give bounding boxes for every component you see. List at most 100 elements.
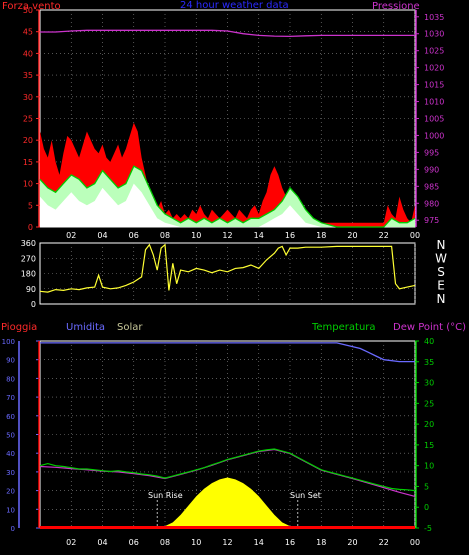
wind-speed-tick-label-25: 25 <box>23 115 33 124</box>
direction-tick-label-0: 0 <box>31 300 36 309</box>
humidity-tick-label-40: 40 <box>6 450 15 458</box>
wind-x-tick-label-00: 00 <box>410 231 420 240</box>
humidity-tick-label-100: 100 <box>2 338 15 346</box>
wind-x-tick-label-22: 22 <box>379 231 389 240</box>
humidity-tick-label-90: 90 <box>6 357 15 365</box>
pressure-tick-label-1015: 1015 <box>424 81 444 90</box>
pressure-tick-label-1000: 1000 <box>424 131 444 140</box>
pressure-tick-label-1030: 1030 <box>424 30 444 39</box>
pressure-tick-label-1005: 1005 <box>424 115 444 124</box>
temperature-tick-label-10: 10 <box>424 462 434 471</box>
climate-x-tick-label-10: 10 <box>191 538 201 547</box>
wind-speed-tick-label-20: 20 <box>23 136 33 145</box>
compass-letter-N-4: N <box>437 292 446 306</box>
humidity-axis-ticks: 0 10 20 30 40 50 60 70 80 90 100 <box>2 338 40 533</box>
temperature-tick-label-25: 25 <box>424 399 434 408</box>
temperature-tick-label-20: 20 <box>424 420 434 429</box>
wind-speed-tick-label-40: 40 <box>23 49 33 58</box>
wind-speed-tick-label-5: 5 <box>28 201 33 210</box>
temperature-tick-label-15: 15 <box>424 441 434 450</box>
wind-speed-tick-label-45: 45 <box>23 28 33 37</box>
climate-x-tick-label-12: 12 <box>222 538 232 547</box>
compass-letter-W-1: W <box>435 252 447 266</box>
direction-tick-label-270: 270 <box>21 254 36 263</box>
humidity-tick-label-70: 70 <box>6 394 15 402</box>
wind-pressure-panel: 05101520253035404550 9759809859909951000… <box>2 0 444 240</box>
pressure-tick-label-1020: 1020 <box>424 64 444 73</box>
climate-x-tick-label-00: 00 <box>410 538 420 547</box>
climate-x-tick-label-18: 18 <box>316 538 326 547</box>
compass-letter-S-2: S <box>437 265 445 279</box>
pressure-tick-label-975: 975 <box>424 216 439 225</box>
humidity-tick-label-20: 20 <box>6 488 15 496</box>
direction-tick-label-180: 180 <box>21 270 36 279</box>
pressure-axis-ticks: 975 980 985 990 995 1000 1005 1010 1015 1020 1025 1… <box>415 10 444 227</box>
pressure-tick-label-1010: 1010 <box>424 98 444 107</box>
climate-x-tick-label-20: 20 <box>347 538 357 547</box>
wind-direction-axis-ticks: 0 90 180 270 360 <box>21 239 36 309</box>
humidity-temperature-x-ticks: 02 04 06 08 10 12 14 16 18 20 22 00 <box>66 538 420 547</box>
temperature-tick-label-5: 5 <box>424 482 429 491</box>
humidity-tick-label-10: 10 <box>6 506 15 514</box>
climate-x-tick-label-06: 06 <box>129 538 139 547</box>
compass-letter-E-3: E <box>437 279 445 293</box>
humidity-tick-label-60: 60 <box>6 413 15 421</box>
wind-direction-panel: 090180270360 NWSEN <box>21 238 447 309</box>
humidity-tick-label-30: 30 <box>6 469 15 477</box>
wind-x-tick-label-12: 12 <box>222 231 232 240</box>
wind-x-tick-label-02: 02 <box>66 231 76 240</box>
humidity-tick-label-50: 50 <box>6 432 15 440</box>
rain-baseline-bar <box>40 526 415 529</box>
wind-x-tick-label-16: 16 <box>285 231 295 240</box>
wind-pressure-x-ticks: 02 04 06 08 10 12 14 16 18 20 22 00 <box>66 231 420 240</box>
climate-x-tick-label-22: 22 <box>379 538 389 547</box>
temperature-tick-label-0: 0 <box>424 503 429 512</box>
wind-x-tick-label-14: 14 <box>254 231 264 240</box>
wind-x-tick-label-06: 06 <box>129 231 139 240</box>
pioggia-label: Pioggia <box>1 322 37 333</box>
climate-x-tick-label-04: 04 <box>97 538 107 547</box>
temperature-tick-label--5: -5 <box>424 524 432 533</box>
temperature-tick-label-35: 35 <box>424 358 434 367</box>
climate-x-tick-label-08: 08 <box>160 538 170 547</box>
climate-x-tick-label-02: 02 <box>66 538 76 547</box>
temperatura-label: Temperatura <box>311 322 376 333</box>
compass-letter-N-0: N <box>437 238 446 252</box>
wind-x-tick-label-08: 08 <box>160 231 170 240</box>
temperature-axis-ticks: -5 0 5 10 15 20 25 30 35 40 <box>415 337 434 533</box>
compass-letters: NWSEN <box>435 238 447 306</box>
temperature-tick-label-40: 40 <box>424 337 434 346</box>
wind-x-tick-label-10: 10 <box>191 231 201 240</box>
pressure-tick-label-995: 995 <box>424 148 439 157</box>
chart-title: 24 hour weather data <box>180 0 289 11</box>
sun-set-label: Sun Set <box>290 491 321 500</box>
wind-speed-tick-label-30: 30 <box>23 93 33 102</box>
pressure-tick-label-1035: 1035 <box>424 13 444 22</box>
wind-x-tick-label-18: 18 <box>316 231 326 240</box>
temperature-tick-label-30: 30 <box>424 379 434 388</box>
sun-rise-label: Sun Rise <box>148 491 183 500</box>
direction-tick-label-360: 360 <box>21 239 36 248</box>
pressure-tick-label-990: 990 <box>424 165 439 174</box>
humidity-tick-label-0: 0 <box>11 525 15 533</box>
solar-label: Solar <box>117 322 143 333</box>
umidita-label: Umidita <box>66 322 105 333</box>
climate-x-tick-label-14: 14 <box>254 538 264 547</box>
wind-speed-tick-label-35: 35 <box>23 71 33 80</box>
wind-speed-axis-title: Forza vento <box>2 1 61 12</box>
pressure-axis-title: Pressione <box>372 1 420 12</box>
wind-speed-tick-label-10: 10 <box>23 180 33 189</box>
dew-point-label: Dew Point (°C) <box>393 322 466 333</box>
wind-x-tick-label-20: 20 <box>347 231 357 240</box>
weather-chart-stage: 05101520253035404550 9759809859909951000… <box>1 0 466 547</box>
wind-speed-axis-ticks: 05101520253035404550 <box>23 6 40 232</box>
wind-x-tick-label-04: 04 <box>97 231 107 240</box>
humidity-temperature-panel: 0 10 20 30 40 50 60 70 80 90 100 -5 0 5 10 15 20 25 30 35 4… <box>1 322 466 547</box>
pressure-tick-label-985: 985 <box>424 182 439 191</box>
humidity-tick-label-80: 80 <box>6 375 15 383</box>
climate-x-tick-label-16: 16 <box>285 538 295 547</box>
direction-tick-label-90: 90 <box>26 285 36 294</box>
pressure-tick-label-1025: 1025 <box>424 47 444 56</box>
wind-speed-tick-label-0: 0 <box>28 223 33 232</box>
pressure-tick-label-980: 980 <box>424 199 439 208</box>
